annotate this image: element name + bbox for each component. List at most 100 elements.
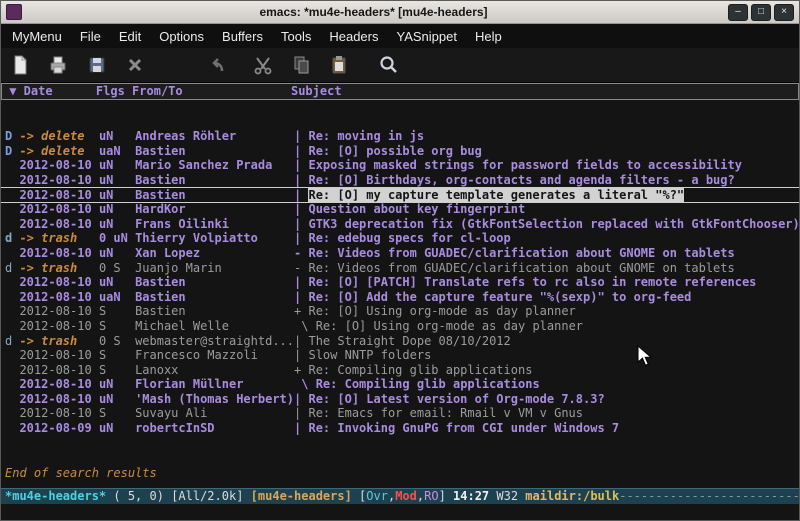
subject-cell: GTK3 deprecation fix (GtkFontSelection r… bbox=[308, 217, 799, 231]
mark-cell bbox=[5, 377, 19, 391]
minimize-button[interactable]: – bbox=[728, 4, 748, 21]
date-cell: 2012-08-10 bbox=[19, 246, 98, 260]
mode-line-segment: RO bbox=[424, 489, 438, 503]
flags-cell: 0 S bbox=[99, 261, 135, 275]
flags-cell: uN bbox=[99, 246, 135, 260]
flags-cell: uN bbox=[99, 173, 135, 187]
flags-cell: uN bbox=[99, 275, 135, 289]
menu-item-file[interactable]: File bbox=[71, 26, 110, 47]
date-cell: -> trash bbox=[19, 231, 98, 245]
mode-line-segment: ( 5, 0) bbox=[106, 489, 171, 503]
message-row[interactable]: D -> delete uN Andreas Röhler | Re: movi… bbox=[1, 129, 799, 144]
mode-line-segment: [All/2.0k] bbox=[171, 489, 250, 503]
subject-cell: Re: Compiling glib applications bbox=[316, 377, 540, 391]
copy-icon[interactable] bbox=[288, 52, 314, 78]
message-row[interactable]: 2012-08-10 uN Xan Lopez - Re: Videos fro… bbox=[1, 246, 799, 261]
date-cell: 2012-08-10 bbox=[19, 304, 98, 318]
window-title: emacs: *mu4e-headers* [mu4e-headers] bbox=[22, 5, 725, 19]
maximize-button[interactable]: □ bbox=[751, 4, 771, 21]
from-cell: Bastien bbox=[135, 188, 294, 202]
thread-separator: | bbox=[294, 406, 308, 420]
close-button[interactable]: × bbox=[774, 4, 794, 21]
message-row[interactable]: 2012-08-10 uN Mario Sanchez Prada | Expo… bbox=[1, 158, 799, 173]
from-cell: Bastien bbox=[135, 304, 294, 318]
message-row[interactable]: 2012-08-10 uN Bastien | Re: [O] [PATCH] … bbox=[1, 275, 799, 290]
flags-cell: S bbox=[99, 363, 135, 377]
menu-item-buffers[interactable]: Buffers bbox=[213, 26, 272, 47]
message-row[interactable]: 2012-08-10 uN Florian Müllner \ Re: Comp… bbox=[1, 377, 799, 392]
message-row[interactable]: d -> trash 0 uN Thierry Volpiatto | Re: … bbox=[1, 231, 799, 246]
mark-cell bbox=[5, 158, 19, 172]
new-file-icon[interactable] bbox=[7, 52, 33, 78]
menu-item-tools[interactable]: Tools bbox=[272, 26, 320, 47]
from-cell: Xan Lopez bbox=[135, 246, 294, 260]
menu-item-help[interactable]: Help bbox=[466, 26, 511, 47]
thread-separator: | bbox=[294, 144, 308, 158]
from-cell: Frans Oilinki bbox=[135, 217, 294, 231]
from-cell: Juanjo Marin bbox=[135, 261, 294, 275]
save-icon[interactable] bbox=[84, 52, 110, 78]
subject-cell: Re: Videos from GUADEC/clarification abo… bbox=[308, 246, 734, 260]
menu-item-yasnippet[interactable]: YASnippet bbox=[387, 26, 465, 47]
echo-area[interactable] bbox=[1, 504, 799, 520]
message-row[interactable]: 2012-08-10 uN Frans Oilinki | GTK3 depre… bbox=[1, 217, 799, 232]
message-row[interactable]: d -> trash 0 S Juanjo Marin - Re: Videos… bbox=[1, 261, 799, 276]
menu-item-mymenu[interactable]: MyMenu bbox=[3, 26, 71, 47]
from-cell: Bastien bbox=[135, 173, 294, 187]
mark-cell bbox=[5, 173, 19, 187]
date-cell: 2012-08-10 bbox=[19, 158, 98, 172]
message-row[interactable]: 2012-08-10 uN 'Mash (Thomas Herbert)| Re… bbox=[1, 392, 799, 407]
message-row[interactable]: 2012-08-10 uN Bastien | Re: [O] Birthday… bbox=[1, 173, 799, 188]
date-cell: 2012-08-10 bbox=[19, 363, 98, 377]
thread-separator: + bbox=[294, 363, 308, 377]
from-cell: HardKor bbox=[135, 202, 294, 216]
menu-item-options[interactable]: Options bbox=[150, 26, 213, 47]
mode-line-segment: Ovr bbox=[366, 489, 388, 503]
subject-cell: Re: [O] [PATCH] Translate refs to rc als… bbox=[308, 275, 756, 289]
undo-icon[interactable] bbox=[204, 52, 230, 78]
window-icon bbox=[6, 4, 22, 20]
date-cell: 2012-08-10 bbox=[19, 290, 98, 304]
message-row[interactable]: 2012-08-10 S Michael Welle \ Re: [O] Usi… bbox=[1, 319, 799, 334]
message-row[interactable]: 2012-08-09 uN robertcInSD | Re: Invoking… bbox=[1, 421, 799, 436]
thread-separator: \ bbox=[294, 377, 316, 391]
mark-cell bbox=[5, 246, 19, 260]
message-row[interactable]: 2012-08-10 uN HardKor | Question about k… bbox=[1, 202, 799, 217]
menu-item-edit[interactable]: Edit bbox=[110, 26, 150, 47]
date-cell: -> delete bbox=[19, 129, 98, 143]
search-icon[interactable] bbox=[375, 52, 401, 78]
message-row[interactable]: 2012-08-10 S Francesco Mazzoli | Slow NN… bbox=[1, 348, 799, 363]
message-row[interactable]: 2012-08-10 uaN Bastien | Re: [O] Add the… bbox=[1, 290, 799, 305]
date-cell: 2012-08-10 bbox=[19, 202, 98, 216]
window-buttons: –□× bbox=[725, 4, 794, 21]
date-cell: 2012-08-10 bbox=[19, 275, 98, 289]
mark-cell bbox=[5, 348, 19, 362]
menu-bar: MyMenuFileEditOptionsBuffersToolsHeaders… bbox=[1, 24, 799, 48]
subject-cell: Re: moving in js bbox=[308, 129, 424, 143]
from-cell: Thierry Volpiatto bbox=[135, 231, 294, 245]
subject-cell: Exposing masked strings for password fie… bbox=[308, 158, 741, 172]
message-row[interactable]: 2012-08-10 S Lanoxx + Re: Compiling glib… bbox=[1, 363, 799, 378]
message-row[interactable]: 2012-08-10 S Bastien + Re: [O] Using org… bbox=[1, 304, 799, 319]
mode-line-segment: ---------------------------------------- bbox=[619, 489, 799, 503]
message-row[interactable]: d -> trash 0 S webmaster@straightd...| T… bbox=[1, 334, 799, 349]
flags-cell: 0 uN bbox=[99, 231, 135, 245]
flags-cell: S bbox=[99, 319, 135, 333]
mode-line-segment: ] bbox=[439, 489, 453, 503]
message-row[interactable]: 2012-08-10 uN Bastien | Re: [O] my captu… bbox=[1, 187, 799, 204]
from-cell: robertcInSD bbox=[135, 421, 294, 435]
from-cell: Mario Sanchez Prada bbox=[135, 158, 294, 172]
message-row[interactable]: 2012-08-10 S Suvayu Ali | Re: Emacs for … bbox=[1, 406, 799, 421]
cut-icon[interactable] bbox=[250, 52, 276, 78]
menu-item-headers[interactable]: Headers bbox=[320, 26, 387, 47]
print-icon[interactable] bbox=[45, 52, 71, 78]
thread-separator: | bbox=[294, 158, 308, 172]
from-cell: Suvayu Ali bbox=[135, 406, 294, 420]
paste-icon[interactable] bbox=[326, 52, 352, 78]
header-line[interactable]: ▼ Date Flgs From/To Subject bbox=[1, 83, 799, 100]
flags-cell: uN bbox=[99, 392, 135, 406]
message-row[interactable]: D -> delete uaN Bastien | Re: [O] possib… bbox=[1, 144, 799, 159]
close-icon[interactable] bbox=[122, 52, 148, 78]
flags-cell: S bbox=[99, 406, 135, 420]
subject-cell: Re: Invoking GnuPG from CGI under Window… bbox=[308, 421, 619, 435]
